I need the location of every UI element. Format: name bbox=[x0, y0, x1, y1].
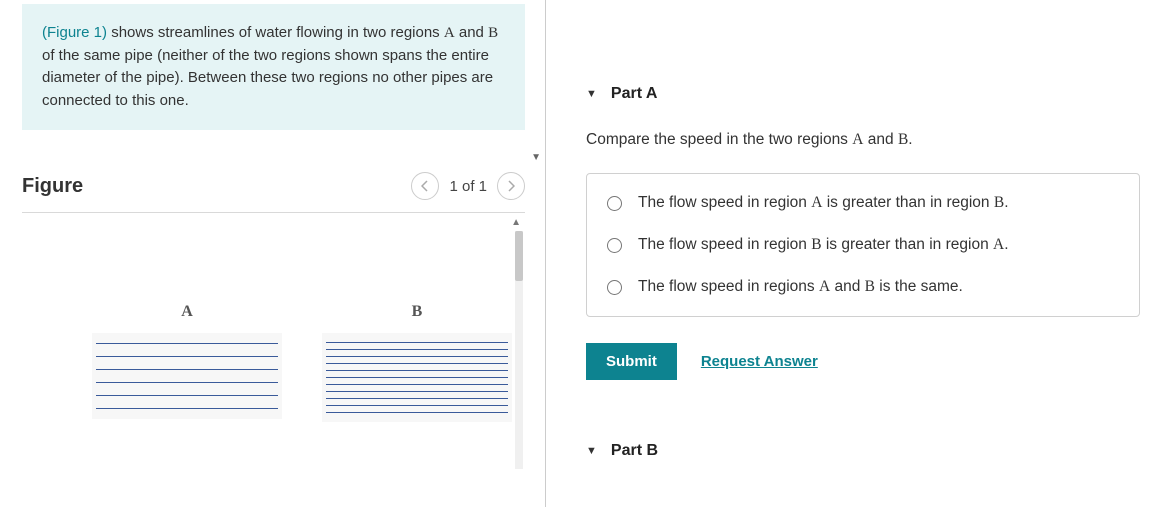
figure-title: Figure bbox=[22, 175, 83, 198]
scroll-down-icon[interactable]: ▼ bbox=[531, 152, 541, 163]
choice-1[interactable]: The flow speed in region A is greater th… bbox=[587, 182, 1139, 224]
chevron-left-icon bbox=[421, 180, 429, 192]
figure-label-b: B bbox=[322, 303, 512, 321]
part-a-header[interactable]: ▼ Part A bbox=[586, 75, 1140, 113]
next-figure-button[interactable] bbox=[497, 172, 525, 200]
streamlines-b bbox=[322, 333, 512, 422]
region-a-symbol: A bbox=[444, 25, 455, 41]
figure-regions: A B bbox=[22, 303, 525, 422]
choice-1-text: The flow speed in region A is greater th… bbox=[638, 194, 1009, 212]
figure-pager: 1 of 1 bbox=[411, 172, 525, 200]
figure-body: ▲ A B bbox=[22, 213, 525, 473]
region-b-symbol: B bbox=[488, 25, 498, 41]
figure-label-a: A bbox=[92, 303, 282, 321]
streamlines-a bbox=[92, 333, 282, 419]
chevron-right-icon bbox=[507, 180, 515, 192]
prompt-mid: and bbox=[863, 131, 897, 148]
left-pane: (Figure 1) shows streamlines of water fl… bbox=[0, 0, 545, 507]
part-b-title: Part B bbox=[611, 442, 658, 460]
part-a-prompt: Compare the speed in the two regions A a… bbox=[586, 131, 1140, 149]
part-a-actions: Submit Request Answer bbox=[586, 343, 1140, 380]
choice-3-radio[interactable] bbox=[607, 280, 622, 295]
submit-button[interactable]: Submit bbox=[586, 343, 677, 380]
figure-link[interactable]: (Figure 1) bbox=[42, 24, 107, 41]
prompt-post: . bbox=[908, 131, 912, 148]
choice-2[interactable]: The flow speed in region B is greater th… bbox=[587, 224, 1139, 266]
right-pane: ▼ Part A Compare the speed in the two re… bbox=[546, 0, 1160, 507]
figure-region-a: A bbox=[92, 303, 282, 422]
choice-3-text: The flow speed in regions A and B is the… bbox=[638, 278, 963, 296]
choices-group: The flow speed in region A is greater th… bbox=[586, 173, 1140, 317]
part-b-header[interactable]: ▼ Part B bbox=[586, 432, 1140, 470]
figure-header: Figure 1 of 1 bbox=[22, 172, 525, 213]
part-a-block: ▼ Part A Compare the speed in the two re… bbox=[586, 75, 1140, 380]
caret-down-icon: ▼ bbox=[586, 445, 597, 457]
problem-text-3: of the same pipe (neither of the two reg… bbox=[42, 47, 493, 109]
part-b-block: ▼ Part B bbox=[586, 432, 1140, 490]
caret-down-icon: ▼ bbox=[586, 88, 597, 100]
problem-statement: (Figure 1) shows streamlines of water fl… bbox=[22, 4, 525, 130]
choice-3[interactable]: The flow speed in regions A and B is the… bbox=[587, 266, 1139, 308]
scroll-up-icon[interactable]: ▲ bbox=[511, 217, 521, 228]
pager-text: 1 of 1 bbox=[449, 178, 487, 195]
problem-text-1: shows streamlines of water flowing in tw… bbox=[107, 24, 444, 41]
request-answer-link[interactable]: Request Answer bbox=[701, 353, 818, 370]
figure-scrollbar-thumb[interactable] bbox=[515, 231, 523, 281]
choice-2-text: The flow speed in region B is greater th… bbox=[638, 236, 1009, 254]
prompt-b: B bbox=[898, 131, 908, 148]
prompt-pre: Compare the speed in the two regions bbox=[586, 131, 852, 148]
part-a-content: Compare the speed in the two regions A a… bbox=[586, 113, 1140, 380]
prompt-a: A bbox=[852, 131, 863, 148]
choice-2-radio[interactable] bbox=[607, 238, 622, 253]
choice-1-radio[interactable] bbox=[607, 196, 622, 211]
problem-text-2: and bbox=[455, 24, 488, 41]
figure-region-b: B bbox=[322, 303, 512, 422]
prev-figure-button[interactable] bbox=[411, 172, 439, 200]
part-a-title: Part A bbox=[611, 85, 658, 103]
